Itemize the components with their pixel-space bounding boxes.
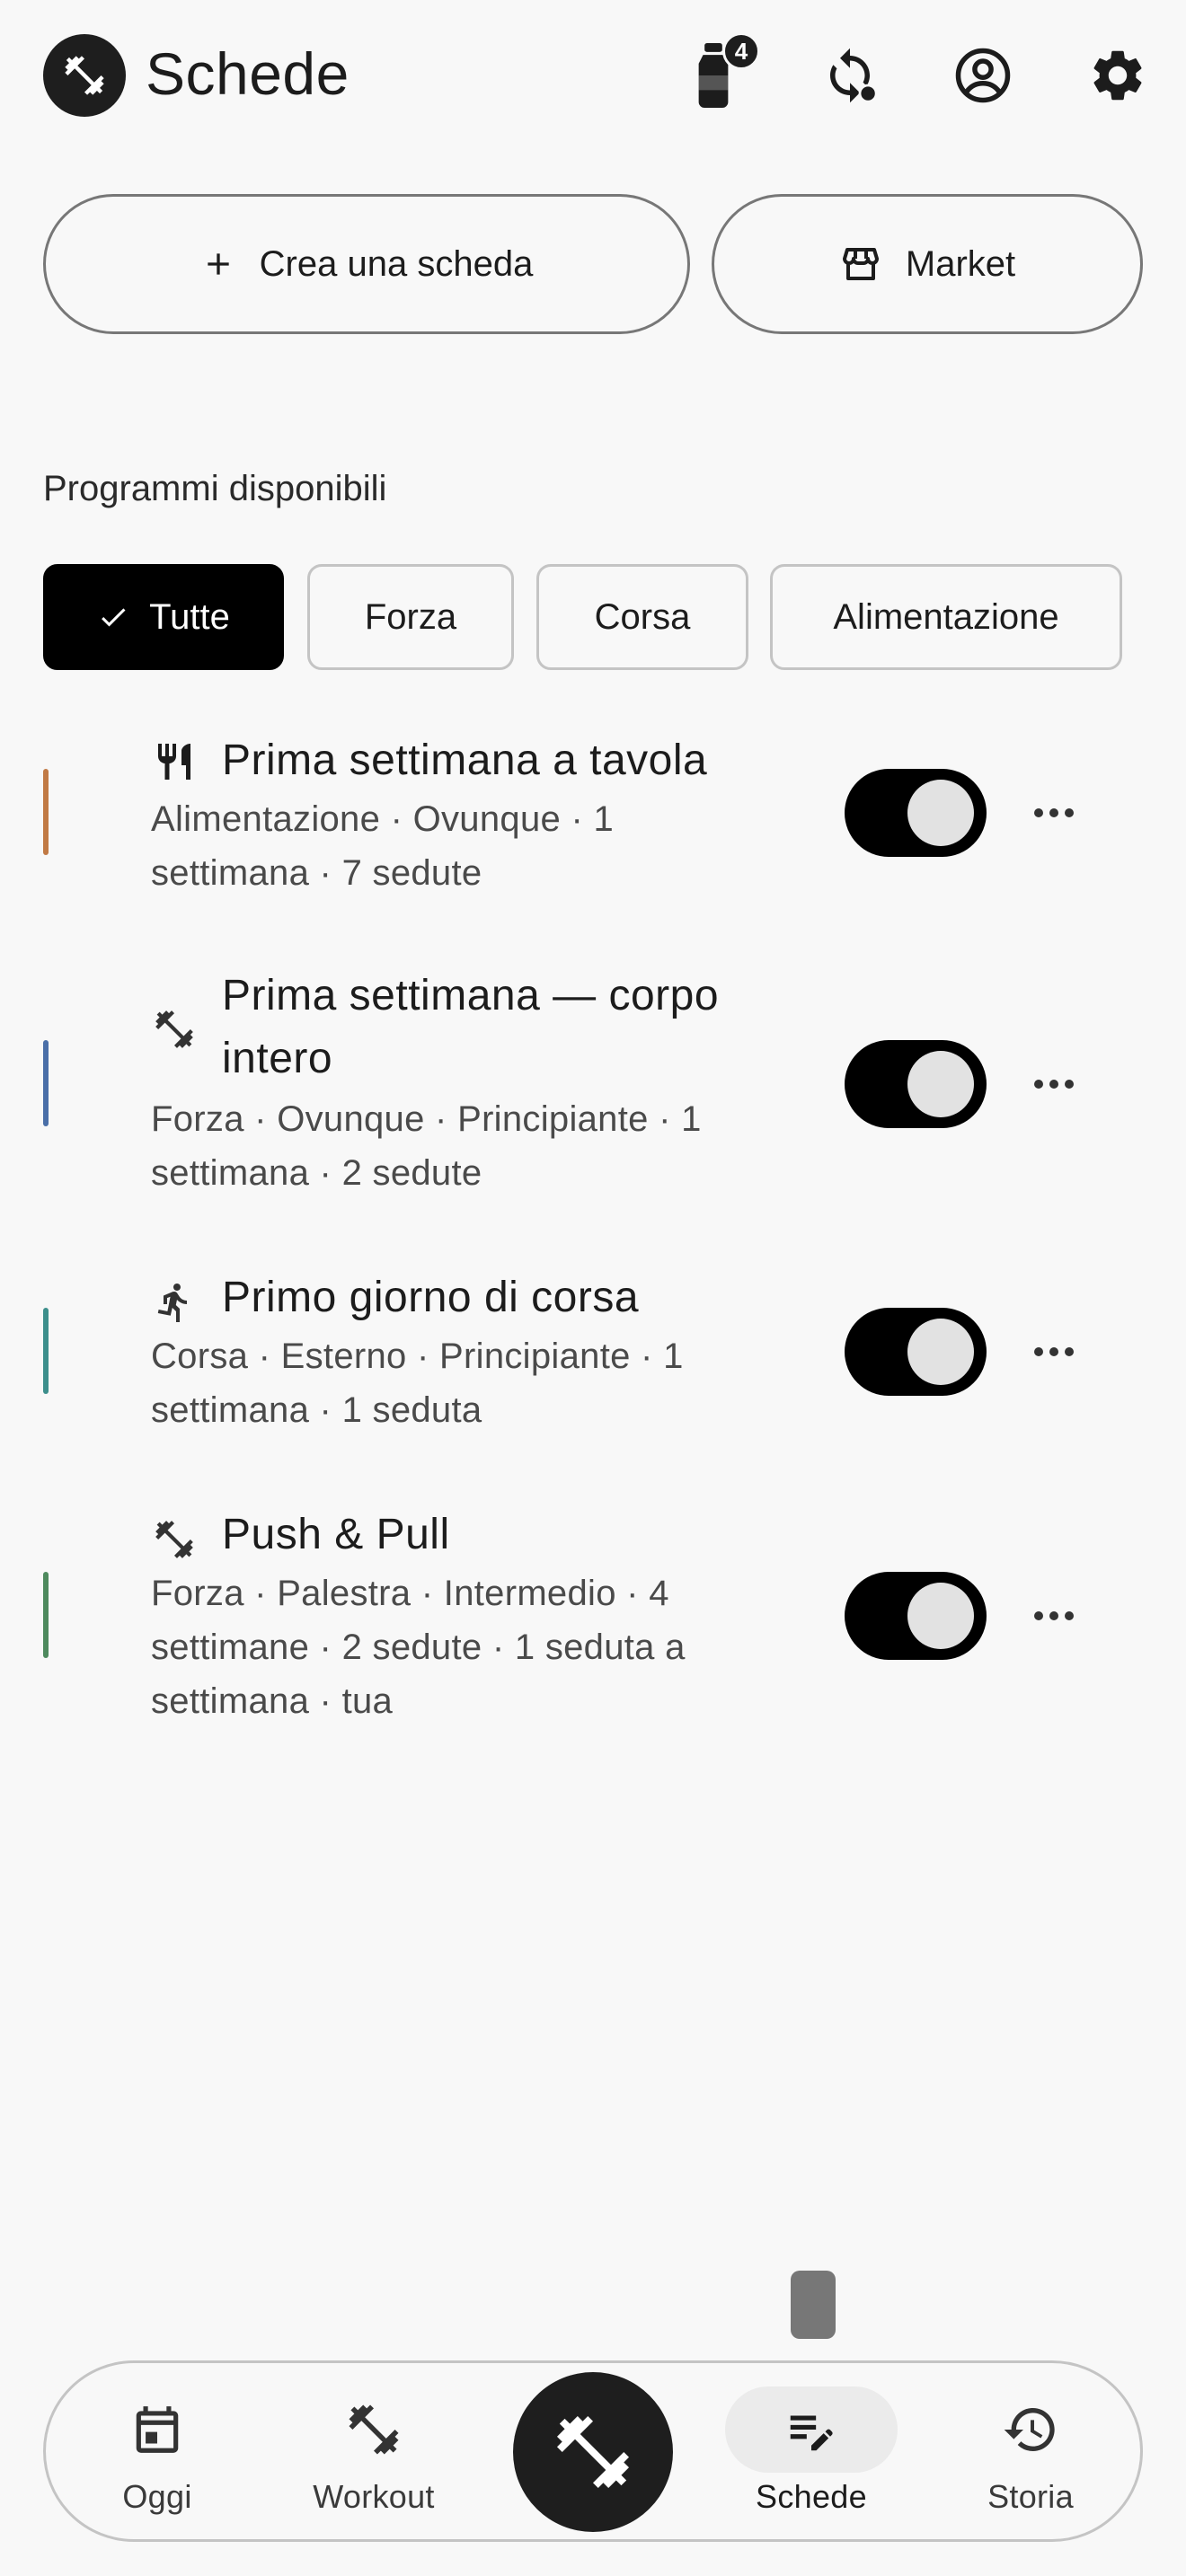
history-icon <box>944 2386 1117 2473</box>
filter-chip-alimentazione[interactable]: Alimentazione <box>770 564 1122 670</box>
filter-chip-forza[interactable]: Forza <box>307 564 514 670</box>
nav-item-schede[interactable]: Schede <box>725 2363 898 2539</box>
dot <box>1065 808 1074 817</box>
dot <box>1034 1611 1043 1620</box>
barbell-icon <box>557 2416 629 2488</box>
dot <box>1049 808 1058 817</box>
dot <box>1034 1347 1043 1356</box>
nav-label: Schede <box>756 2478 867 2515</box>
more-options-button[interactable] <box>1024 1054 1084 1114</box>
create-program-label: Crea una scheda <box>259 243 534 284</box>
calendar-icon <box>71 2386 243 2473</box>
water-button[interactable]: 4 <box>672 32 760 117</box>
dot <box>1049 1080 1058 1089</box>
app-header: Schede 4 <box>0 0 1186 153</box>
toggle-knob <box>907 1583 974 1649</box>
nav-item-workout[interactable]: Workout <box>288 2363 460 2539</box>
edit-list-icon <box>725 2386 898 2473</box>
more-options-button[interactable] <box>1024 783 1084 842</box>
settings-icon <box>1093 50 1142 101</box>
create-program-button[interactable]: Crea una scheda <box>43 194 690 334</box>
dot <box>1065 1080 1074 1089</box>
toggle-knob <box>907 780 974 846</box>
dot <box>1065 1611 1074 1620</box>
account-icon <box>955 48 1011 103</box>
program-accent-bar <box>43 769 49 855</box>
dot <box>1049 1347 1058 1356</box>
water-count-badge: 4 <box>722 32 760 70</box>
account-button[interactable] <box>942 34 1024 117</box>
nav-item-oggi[interactable]: Oggi <box>71 2363 243 2539</box>
store-icon <box>842 248 879 280</box>
dot <box>1065 1347 1074 1356</box>
dumbbell-icon <box>151 1516 198 1563</box>
program-toggle[interactable] <box>845 769 987 857</box>
settings-button[interactable] <box>1076 34 1159 117</box>
plus-icon <box>208 253 229 275</box>
toggle-knob <box>907 1051 974 1117</box>
filter-chip-tutte[interactable]: Tutte <box>43 564 284 670</box>
filter-chip-label: Tutte <box>149 596 230 637</box>
more-options-button[interactable] <box>1024 1322 1084 1381</box>
runner-icon <box>151 1279 198 1326</box>
program-title: Push & Pull <box>222 1511 450 1558</box>
page-title: Schede <box>146 40 350 107</box>
page: Schede 4 Crea una scheda Market Programm… <box>0 0 1186 2576</box>
nav-item-storia[interactable]: Storia <box>944 2363 1117 2539</box>
program-toggle[interactable] <box>845 1308 987 1396</box>
market-button[interactable]: Market <box>712 194 1143 334</box>
section-heading: Programmi disponibili <box>43 469 387 508</box>
sync-icon <box>830 48 878 103</box>
market-label: Market <box>905 243 1016 284</box>
program-accent-bar <box>43 1572 49 1658</box>
filter-chip-corsa[interactable]: Corsa <box>536 564 748 670</box>
nav-label: Oggi <box>122 2478 192 2515</box>
program-title: Prima settimana a tavola <box>222 737 708 784</box>
program-row[interactable]: Push & Pull Forza · Palestra · Intermedi… <box>0 1500 1186 1742</box>
dot <box>1049 1611 1058 1620</box>
check-icon <box>102 608 126 627</box>
dot <box>1034 808 1043 817</box>
program-toggle[interactable] <box>845 1572 987 1660</box>
nav-label: Workout <box>313 2478 435 2515</box>
program-accent-bar <box>43 1040 49 1126</box>
more-options-button[interactable] <box>1024 1586 1084 1645</box>
start-workout-fab[interactable] <box>513 2372 673 2532</box>
program-meta: Corsa · Esterno · Principiante · 1 setti… <box>151 1337 684 1430</box>
dot <box>1034 1080 1043 1089</box>
program-meta: Forza · Ovunque · Principiante · 1 setti… <box>151 1099 702 1193</box>
program-row[interactable]: Prima settimana — corpo intero Forza · O… <box>0 961 1186 1204</box>
program-title: Primo giorno di corsa <box>222 1274 640 1321</box>
filter-chip-label: Corsa <box>594 596 691 637</box>
nav-label: Storia <box>987 2478 1074 2515</box>
program-accent-bar <box>43 1308 49 1394</box>
program-meta: Forza · Palestra · Intermedio · 4 settim… <box>151 1574 686 1721</box>
filter-chip-label: Alimentazione <box>833 596 1059 637</box>
fork-knife-icon <box>151 738 198 785</box>
filter-chip-label: Forza <box>364 596 457 637</box>
program-meta: Alimentazione · Ovunque · 1 settimana · … <box>151 799 615 893</box>
dumbbell-icon <box>288 2386 460 2473</box>
program-toggle[interactable] <box>845 1040 987 1128</box>
program-title: Prima settimana — corpo intero <box>222 972 720 1082</box>
dumbbell-icon <box>151 1006 198 1053</box>
barbell-logo-icon <box>43 34 126 117</box>
program-row[interactable]: Prima settimana a tavola Alimentazione ·… <box>0 719 1186 916</box>
bottom-navigation: Oggi Workout Schede Storia <box>43 2360 1143 2542</box>
toggle-knob <box>907 1319 974 1385</box>
drag-handle[interactable] <box>791 2271 836 2339</box>
program-row[interactable]: Primo giorno di corsa Corsa · Esterno · … <box>0 1263 1186 1460</box>
sync-button[interactable] <box>809 34 891 117</box>
